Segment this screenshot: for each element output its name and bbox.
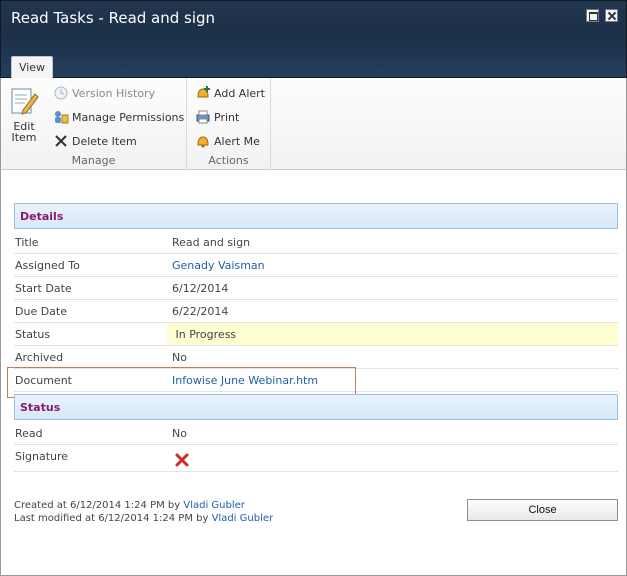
detail-row-due-date: Due Date 6/22/2014	[14, 300, 618, 323]
edit-item-button[interactable]: Edit Item	[7, 86, 41, 143]
actions-group: Add Alert Print Alert Me Actions	[187, 78, 271, 170]
delete-item-button[interactable]: Delete Item	[53, 132, 137, 150]
print-label: Print	[214, 110, 240, 124]
alert-me-button[interactable]: Alert Me	[195, 132, 260, 150]
delete-item-label: Delete Item	[72, 134, 137, 148]
detail-row-assigned-to: Assigned To Genady Vaisman	[14, 254, 618, 277]
assigned-to-link[interactable]: Genady Vaisman	[172, 259, 265, 272]
detail-label: Start Date	[15, 282, 72, 295]
dialog-title: Read Tasks - Read and sign	[11, 9, 216, 27]
detail-value: 6/12/2014	[172, 282, 229, 295]
close-window-button[interactable]	[605, 9, 618, 22]
version-history-icon	[54, 86, 68, 100]
detail-label: Due Date	[15, 305, 67, 318]
detail-label: Status	[15, 328, 51, 341]
version-history-button[interactable]: Version History	[53, 84, 155, 102]
detail-label: Title	[15, 236, 39, 249]
add-alert-label: Add Alert	[214, 86, 265, 100]
close-button[interactable]: Close	[467, 499, 618, 521]
maximize-button[interactable]	[586, 9, 599, 22]
red-x-icon	[175, 453, 189, 467]
detail-row-status: Status In Progress	[14, 323, 618, 346]
created-by-link[interactable]: Vladi Gubler	[183, 500, 245, 511]
ribbon: Edit Item Version History Manage Permiss…	[0, 78, 627, 170]
version-history-label: Version History	[72, 86, 156, 100]
tab-view[interactable]: View	[11, 56, 53, 80]
permissions-icon	[55, 111, 69, 124]
manage-permissions-label: Manage Permissions	[72, 110, 185, 124]
bell-plus-icon	[197, 86, 210, 98]
modified-info: Last modified at 6/12/2014 1:24 PM by Vl…	[14, 513, 273, 524]
detail-label: Archived	[15, 351, 64, 364]
edit-item-label-2: Item	[11, 131, 37, 144]
status-value: In Progress	[172, 328, 237, 341]
modified-prefix: Last modified at 6/12/2014 1:24 PM by	[14, 513, 212, 524]
item-content: Details Title Read and sign Assigned To …	[0, 170, 627, 576]
add-alert-button[interactable]: Add Alert	[195, 84, 265, 102]
manage-group: Edit Item Version History Manage Permiss…	[1, 78, 187, 170]
delete-x-icon	[55, 135, 67, 147]
detail-value: 6/22/2014	[172, 305, 229, 318]
status-row-signature: Signature	[14, 445, 618, 472]
status-heading: Status	[14, 394, 618, 420]
status-value: No	[172, 427, 187, 440]
detail-row-archived: Archived No	[14, 346, 618, 369]
manage-group-label: Manage	[71, 154, 116, 167]
alert-me-label: Alert Me	[214, 134, 260, 148]
dialog-title-bar: Read Tasks - Read and sign View	[0, 0, 627, 80]
details-heading: Details	[14, 203, 618, 229]
created-prefix: Created at 6/12/2014 1:24 PM by	[14, 500, 184, 511]
detail-label: Assigned To	[15, 259, 80, 272]
printer-icon	[196, 110, 210, 124]
print-button[interactable]: Print	[195, 108, 239, 126]
status-label: Read	[15, 427, 43, 440]
actions-group-label: Actions	[208, 154, 249, 167]
edit-document-icon	[11, 88, 39, 115]
created-info: Created at 6/12/2014 1:24 PM by Vladi Gu…	[14, 500, 245, 511]
manage-permissions-button[interactable]: Manage Permissions	[53, 108, 184, 126]
modified-by-link[interactable]: Vladi Gubler	[212, 513, 274, 524]
detail-value: No	[172, 351, 187, 364]
detail-value: Read and sign	[172, 236, 251, 249]
detail-row-title: Title Read and sign	[14, 231, 618, 254]
detail-row-start-date: Start Date 6/12/2014	[14, 277, 618, 300]
bell-icon	[197, 136, 209, 148]
status-label: Signature	[15, 450, 69, 463]
status-row-read: Read No	[14, 422, 618, 445]
